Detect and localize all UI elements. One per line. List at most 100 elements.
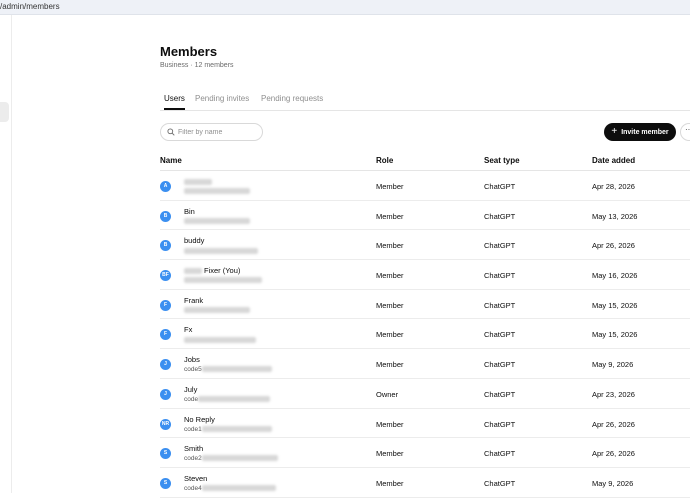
column-header-role[interactable]: Role — [376, 156, 393, 165]
plus-icon: + — [611, 126, 618, 137]
page-title: Members — [160, 44, 218, 59]
redacted-email — [201, 366, 272, 373]
member-email — [184, 247, 258, 254]
column-header-seat-type[interactable]: Seat type — [484, 156, 520, 165]
table-row[interactable]: A Member ChatGPT Apr 28, 2026 — [160, 171, 690, 201]
avatar: B — [160, 240, 171, 252]
table-row[interactable]: S Smith code2 Member ChatGPT Apr 26, 202… — [160, 438, 690, 468]
member-seat-type[interactable]: ChatGPT — [484, 330, 515, 339]
table-row[interactable]: B Bin Member ChatGPT May 13, 2026 — [160, 201, 690, 231]
member-role[interactable]: Member — [376, 271, 404, 280]
avatar: A — [160, 181, 171, 192]
invite-member-button[interactable]: + Invite member — [604, 123, 676, 141]
member-name: Fixer (You) — [184, 266, 240, 275]
member-email: code2 — [184, 455, 278, 462]
member-role[interactable]: Member — [376, 182, 404, 191]
member-seat-type[interactable]: ChatGPT — [484, 301, 515, 310]
search-icon — [167, 128, 175, 136]
member-role[interactable]: Member — [376, 420, 404, 429]
avatar: S — [160, 448, 171, 460]
redacted-email — [184, 336, 256, 343]
table-body: A Member ChatGPT Apr 28, 2026 B Bin Memb… — [160, 171, 690, 498]
member-date-added: Apr 26, 2026 — [592, 419, 635, 429]
table-row[interactable]: BF Fixer (You) Member ChatGPT May 16, 20… — [160, 260, 690, 290]
member-name — [184, 177, 214, 186]
sidebar-collapse-handle[interactable] — [0, 102, 9, 122]
member-email — [184, 336, 256, 343]
table-row[interactable]: F Fx Member ChatGPT May 15, 2026 — [160, 319, 690, 350]
member-name-text: Fixer (You) — [204, 266, 241, 276]
avatar: B — [160, 210, 171, 222]
redacted-email — [201, 485, 276, 492]
more-options-button[interactable]: ··· — [680, 123, 690, 141]
address-bar[interactable]: /admin/members — [0, 0, 690, 15]
member-seat-type[interactable]: ChatGPT — [484, 182, 515, 191]
member-name-text: July — [184, 384, 198, 394]
member-date-added: May 15, 2026 — [592, 330, 638, 340]
table-row[interactable]: F Frank Member ChatGPT May 15, 2026 — [160, 290, 690, 320]
table-row[interactable]: S Steven code4 Member ChatGPT May 9, 202… — [160, 468, 690, 498]
member-email — [184, 188, 250, 195]
search-input[interactable] — [178, 127, 258, 138]
member-seat-type[interactable]: ChatGPT — [484, 271, 515, 280]
tab-users[interactable]: Users — [164, 92, 185, 110]
more-icon: ··· — [685, 125, 690, 134]
table-row[interactable]: J Jobs code5 Member ChatGPT May 9, 2026 — [160, 349, 690, 379]
member-role[interactable]: Member — [376, 330, 404, 339]
avatar: J — [160, 388, 171, 400]
member-role[interactable]: Owner — [376, 390, 398, 399]
invite-member-label: Invite member — [621, 128, 669, 136]
member-seat-type[interactable]: ChatGPT — [484, 420, 515, 429]
column-header-date-added[interactable]: Date added — [592, 156, 635, 165]
member-seat-type[interactable]: ChatGPT — [484, 360, 515, 369]
member-role[interactable]: Member — [376, 212, 404, 221]
tab-pending-requests[interactable]: Pending requests — [261, 92, 323, 110]
avatar: J — [160, 359, 171, 371]
member-name-text: Smith — [184, 444, 204, 454]
member-role[interactable]: Member — [376, 301, 404, 310]
member-seat-type[interactable]: ChatGPT — [484, 241, 515, 250]
member-name-text: Bin — [184, 206, 195, 216]
member-name: Steven — [184, 474, 207, 483]
member-email: code4 — [184, 485, 276, 492]
member-date-added: May 16, 2026 — [592, 271, 638, 281]
member-name: July — [184, 385, 197, 394]
member-date-added: May 9, 2026 — [592, 478, 634, 488]
address-bar-url: /admin/members — [0, 2, 60, 11]
member-seat-type[interactable]: ChatGPT — [484, 390, 515, 399]
table-row[interactable]: NR No Reply code1 Member ChatGPT Apr 26,… — [160, 409, 690, 439]
member-name-text: buddy — [184, 236, 205, 246]
member-role[interactable]: Member — [376, 449, 404, 458]
member-name: buddy — [184, 236, 204, 245]
member-seat-type[interactable]: ChatGPT — [484, 449, 515, 458]
member-name-text: Steven — [184, 473, 208, 483]
member-email-text: code — [184, 395, 199, 403]
member-name-text: Jobs — [184, 355, 200, 365]
tab-bar: Users Pending invites Pending requests — [160, 92, 690, 111]
avatar: S — [160, 477, 171, 489]
member-email: code5 — [184, 366, 272, 373]
table-row[interactable]: B buddy Member ChatGPT Apr 26, 2026 — [160, 230, 690, 261]
member-date-added: Apr 23, 2026 — [592, 389, 635, 399]
redacted-email — [198, 396, 271, 403]
member-role[interactable]: Member — [376, 479, 404, 488]
member-email: code — [184, 395, 271, 403]
avatar: BF — [160, 270, 171, 282]
avatar: NR — [160, 418, 171, 430]
member-role[interactable]: Member — [376, 241, 404, 250]
members-table: Name Role Seat type Date added A Member … — [160, 150, 690, 498]
tab-pending-invites[interactable]: Pending invites — [195, 92, 249, 110]
member-name-text: No Reply — [184, 414, 215, 424]
column-header-name[interactable]: Name — [160, 156, 182, 165]
redacted-email — [184, 217, 250, 224]
search-box[interactable] — [160, 123, 263, 141]
member-seat-type[interactable]: ChatGPT — [484, 479, 515, 488]
redacted-name — [184, 179, 212, 186]
member-date-added: May 15, 2026 — [592, 300, 638, 310]
sidebar-divider — [11, 15, 12, 493]
redacted-email — [184, 307, 250, 314]
table-row[interactable]: J July code Owner ChatGPT Apr 23, 2026 — [160, 379, 690, 409]
page-subtitle: Business · 12 members — [160, 62, 234, 69]
member-role[interactable]: Member — [376, 360, 404, 369]
member-seat-type[interactable]: ChatGPT — [484, 212, 515, 221]
